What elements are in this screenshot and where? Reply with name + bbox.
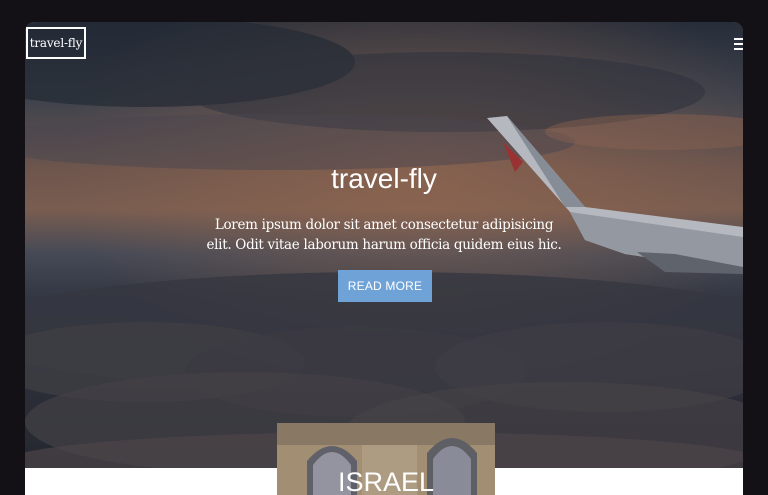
- destination-card-israel[interactable]: ISRAEL: [277, 423, 495, 495]
- hero-description: Lorem ipsum dolor sit amet consectetur a…: [206, 217, 562, 253]
- read-more-button[interactable]: READ MORE: [338, 270, 432, 302]
- site-logo[interactable]: travel-fly: [26, 27, 86, 59]
- hero-title: travel-fly: [331, 163, 437, 194]
- hamburger-icon[interactable]: [734, 38, 743, 52]
- hero-section: travel-fly travel-fly Lorem ipsum dolor …: [25, 22, 743, 468]
- screen: travel-fly travel-fly Lorem ipsum dolor …: [25, 22, 743, 495]
- logo-text: travel-fly: [29, 36, 83, 50]
- device-frame: travel-fly travel-fly Lorem ipsum dolor …: [0, 0, 768, 495]
- destination-title: ISRAEL: [337, 467, 435, 495]
